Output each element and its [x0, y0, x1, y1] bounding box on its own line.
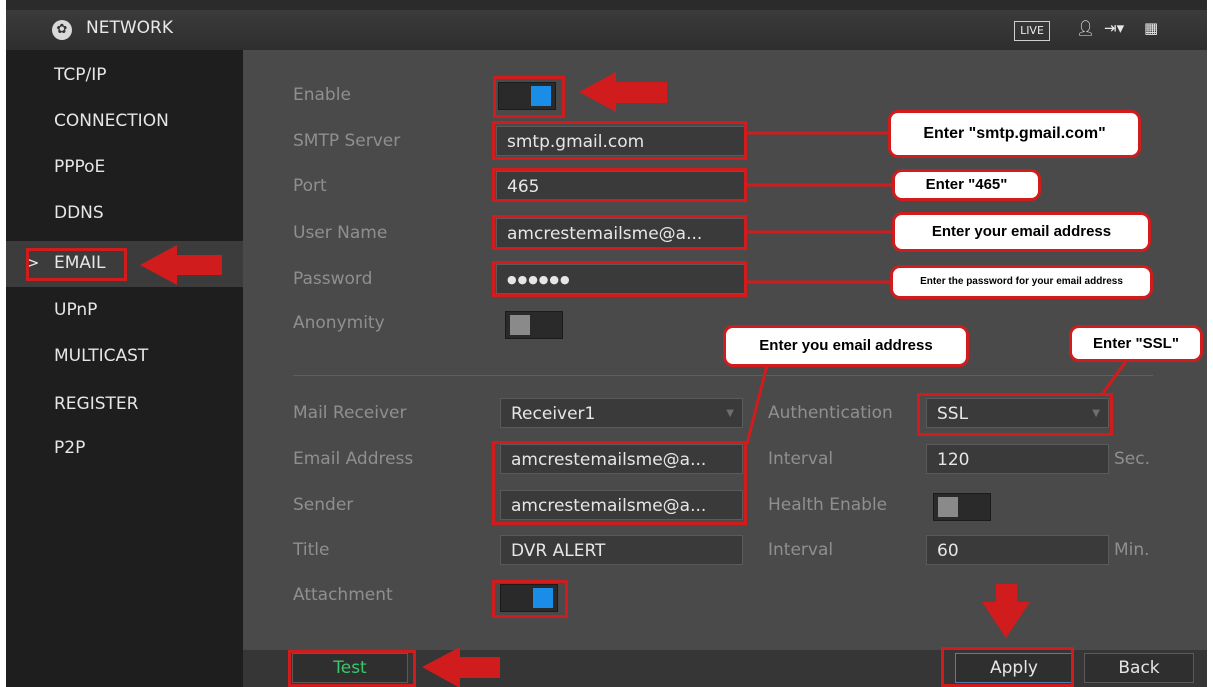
callout-port: Enter "465"	[892, 169, 1041, 201]
dvr-window: ✿ NETWORK LIVE 👤︎ ⇥▾ ▦ TCP/IP CONNECTION…	[6, 0, 1207, 687]
arrow-test	[422, 647, 500, 687]
callout-smtp: Enter "smtp.gmail.com"	[888, 110, 1141, 158]
arrow-enable	[579, 72, 667, 112]
callout-password: Enter the password for your email addres…	[890, 265, 1153, 299]
arrow-email-menu	[140, 245, 222, 285]
callout-username: Enter your email address	[892, 212, 1151, 252]
annotation-arrows	[140, 72, 1131, 687]
arrow-apply	[982, 584, 1030, 638]
callout-ssl: Enter "SSL"	[1069, 325, 1203, 362]
callout-email: Enter you email address	[723, 325, 969, 367]
